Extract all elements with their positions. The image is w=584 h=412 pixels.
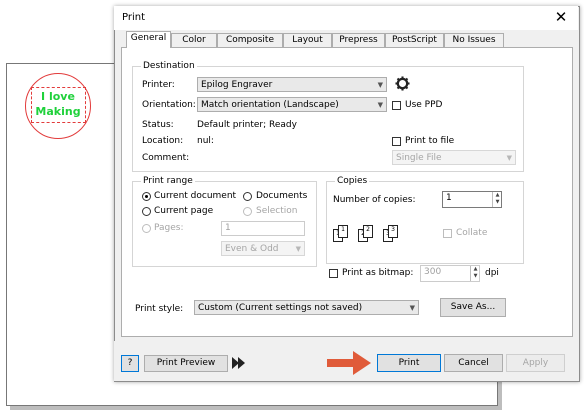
cancel-button[interactable]: Cancel (444, 354, 503, 372)
dialog-title: Print (122, 12, 146, 23)
help-button[interactable]: ? (121, 355, 139, 372)
title-bar (114, 6, 578, 30)
tab-prepress[interactable]: Prepress (332, 33, 385, 47)
bitmap-dpi-value: 300 (424, 267, 442, 277)
status-value: Default printer; Ready (197, 120, 297, 130)
orientation-select-value: Match orientation (Landscape) (201, 100, 339, 110)
even-odd-select-value: Even & Odd (225, 244, 279, 254)
status-label: Status: (142, 120, 174, 130)
use-ppd-checkbox[interactable] (392, 101, 401, 110)
tab-composite[interactable]: Composite (217, 33, 283, 47)
arrow-right-icon (327, 351, 371, 375)
selection-label: Selection (256, 206, 298, 216)
print-style-select[interactable]: Custom (Current settings not saved) ▼ (194, 300, 419, 315)
print-as-bitmap-label: Print as bitmap: (342, 268, 414, 278)
copies-group-title: Copies (335, 176, 370, 186)
use-ppd-label: Use PPD (405, 100, 443, 110)
print-range-group-title: Print range (141, 176, 195, 186)
tab-color[interactable]: Color (171, 33, 217, 47)
current-page-radio[interactable] (142, 207, 151, 216)
selection-radio[interactable] (243, 207, 252, 216)
location-value: nul: (197, 136, 214, 146)
chevron-down-icon: ▼ (409, 304, 415, 312)
save-as-button[interactable]: Save As... (440, 298, 506, 317)
chevron-down-icon: ▼ (377, 101, 383, 109)
collate-label: Collate (456, 228, 488, 238)
printer-select-value: Epilog Engraver (201, 80, 273, 90)
print-as-bitmap-checkbox[interactable] (329, 269, 338, 278)
print-button[interactable]: Print (377, 354, 441, 372)
collate-page-icon: 2 (363, 225, 373, 238)
location-label: Location: (142, 136, 184, 146)
documents-label: Documents (256, 191, 308, 201)
current-document-label: Current document (154, 191, 237, 201)
collate-checkbox[interactable] (443, 229, 452, 238)
copies-spinner-icon[interactable]: ▲ ▼ (492, 192, 502, 207)
even-odd-select[interactable]: Even & Odd ▼ (221, 241, 305, 256)
tab-postscript[interactable]: PostScript (385, 33, 444, 47)
documents-radio[interactable] (243, 192, 252, 201)
logo-line-1: I love (41, 90, 75, 103)
print-to-file-checkbox[interactable] (392, 137, 401, 146)
tab-general[interactable]: General (126, 31, 171, 48)
logo-line-2: Making (35, 105, 81, 118)
tab-layout[interactable]: Layout (283, 33, 332, 47)
print-style-select-value: Custom (Current settings not saved) (198, 303, 363, 313)
comment-label: Comment: (142, 153, 190, 163)
orientation-select[interactable]: Match orientation (Landscape) ▼ (197, 97, 387, 112)
collate-page-icon: 1 (338, 225, 348, 238)
printer-label: Printer: (142, 80, 175, 90)
print-to-file-label: Print to file (405, 136, 455, 146)
number-of-copies-value: 1 (446, 193, 452, 203)
apply-button[interactable]: Apply (506, 354, 565, 372)
orientation-label: Orientation: (142, 100, 196, 110)
double-arrow-right-icon[interactable] (232, 357, 246, 369)
dpi-unit-label: dpi (485, 268, 499, 278)
print-style-label: Print style: (135, 304, 184, 314)
chevron-down-icon: ▼ (506, 154, 512, 162)
chevron-down-icon: ▼ (295, 245, 301, 253)
collate-page-icon: 3 (388, 225, 398, 238)
dpi-spinner-icon[interactable]: ▲ ▼ (470, 266, 480, 281)
file-mode-select-value: Single File (396, 153, 442, 163)
destination-group-title: Destination (141, 61, 197, 71)
file-mode-select[interactable]: Single File ▼ (392, 150, 516, 165)
tab-no-issues[interactable]: No Issues (444, 33, 504, 47)
printer-select[interactable]: Epilog Engraver ▼ (197, 77, 387, 92)
pages-label: Pages: (154, 223, 184, 233)
number-of-copies-label: Number of copies: (333, 195, 416, 205)
print-preview-button[interactable]: Print Preview (144, 355, 228, 372)
gear-icon[interactable] (395, 76, 410, 91)
close-icon[interactable]: ✕ (550, 7, 572, 27)
pages-radio[interactable] (142, 224, 151, 233)
chevron-down-icon: ▼ (377, 81, 383, 89)
current-page-label: Current page (154, 206, 214, 216)
current-document-radio[interactable] (142, 192, 151, 201)
pages-input[interactable]: 1 (221, 221, 305, 236)
